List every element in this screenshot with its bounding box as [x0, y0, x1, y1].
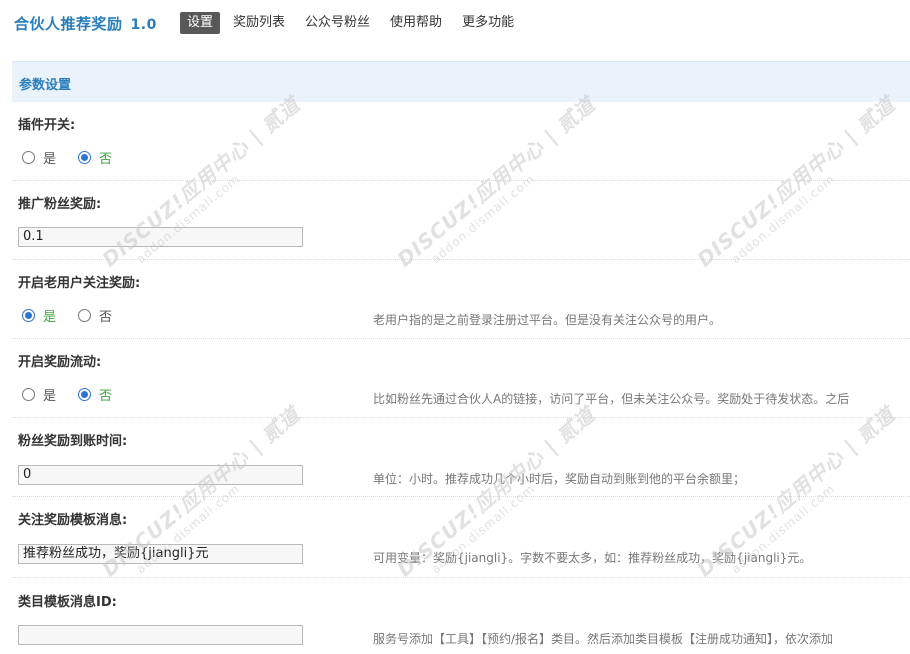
setting-description: 比如粉丝先通过合伙人A的链接，访问了平台，但未关注公众号。奖励处于待发状态。之后 [373, 392, 850, 406]
radio-label-yes[interactable]: 是 [43, 306, 56, 325]
top-bar: 合伙人推荐奖励 1.0 设置 奖励列表 公众号粉丝 使用帮助 更多功能 [0, 0, 910, 50]
setting-reward-flow: 开启奖励流动: 是 否 比如粉丝先通过合伙人A的链接，访问了平台，但未关注公众号… [12, 339, 910, 418]
radio-label-no[interactable]: 否 [99, 148, 112, 167]
radio-label-no[interactable]: 否 [99, 385, 112, 404]
setting-description: 可用变量：奖励{jiangli}。字数不要太多，如：推荐粉丝成功，奖励{jian… [373, 551, 812, 565]
setting-label: 插件开关: [18, 118, 76, 133]
section-title: 参数设置 [19, 78, 72, 93]
radio-label-yes[interactable]: 是 [43, 385, 56, 404]
app-name: 合伙人推荐奖励 [14, 15, 123, 33]
old-user-reward-yes-radio[interactable] [22, 309, 35, 322]
setting-label: 类目模板消息ID: [18, 595, 117, 610]
radio-label-no[interactable]: 否 [99, 306, 112, 325]
plugin-switch-yes-radio[interactable] [22, 151, 35, 164]
app-version: 1.0 [130, 17, 157, 33]
plugin-switch-no-radio[interactable] [78, 151, 92, 164]
promo-reward-input[interactable]: 0.1 [18, 227, 303, 247]
reward-flow-no-radio[interactable] [78, 388, 92, 401]
setting-label: 开启老用户关注奖励: [18, 276, 141, 291]
setting-follow-template: 关注奖励模板消息: 推荐粉丝成功，奖励{jiangli}元 可用变量：奖励{ji… [12, 497, 910, 578]
plugin-switch-radio-group: 是 否 [22, 148, 134, 167]
main-nav: 设置 奖励列表 公众号粉丝 使用帮助 更多功能 [180, 12, 527, 34]
setting-description: 老用户指的是之前登录注册过平台。但是没有关注公众号的用户。 [373, 313, 722, 327]
setting-label: 关注奖励模板消息: [18, 513, 128, 528]
setting-description: 服务号添加【工具】【预约/报名】类目。然后添加类目模板【注册成功通知】，依次添加 [373, 632, 834, 646]
setting-plugin-switch: 插件开关: 是 否 [12, 102, 910, 181]
old-user-reward-no-radio[interactable] [78, 309, 92, 322]
setting-old-user-reward: 开启老用户关注奖励: 是 否 老用户指的是之前登录注册过平台。但是没有关注公众号… [12, 260, 910, 339]
reward-flow-radio-group: 是 否 [22, 385, 134, 404]
arrival-time-input[interactable]: 0 [18, 465, 303, 485]
setting-label: 粉丝奖励到账时间: [18, 434, 128, 449]
section-header: 参数设置 [12, 61, 910, 102]
old-user-reward-radio-group: 是 否 [22, 306, 134, 325]
setting-label: 推广粉丝奖励: [18, 197, 102, 212]
category-template-input[interactable] [18, 625, 303, 645]
setting-promo-reward: 推广粉丝奖励: 0.1 [12, 181, 910, 260]
tab-more[interactable]: 更多功能 [455, 12, 521, 34]
tab-reward-list[interactable]: 奖励列表 [226, 12, 292, 34]
app-title: 合伙人推荐奖励 1.0 [14, 13, 157, 34]
tab-settings[interactable]: 设置 [180, 12, 221, 34]
setting-category-template: 类目模板消息ID: 服务号添加【工具】【预约/报名】类目。然后添加类目模板【注册… [12, 578, 910, 654]
reward-flow-yes-radio[interactable] [22, 388, 35, 401]
setting-label: 开启奖励流动: [18, 355, 102, 370]
tab-followers[interactable]: 公众号粉丝 [298, 12, 377, 34]
tab-help[interactable]: 使用帮助 [383, 12, 449, 34]
setting-description: 单位：小时。推荐成功几个小时后，奖励自动到账到他的平台余额里； [373, 472, 746, 486]
radio-label-yes[interactable]: 是 [43, 148, 56, 167]
setting-arrival-time: 粉丝奖励到账时间: 0 单位：小时。推荐成功几个小时后，奖励自动到账到他的平台余… [12, 418, 910, 497]
follow-template-input[interactable]: 推荐粉丝成功，奖励{jiangli}元 [18, 544, 303, 564]
